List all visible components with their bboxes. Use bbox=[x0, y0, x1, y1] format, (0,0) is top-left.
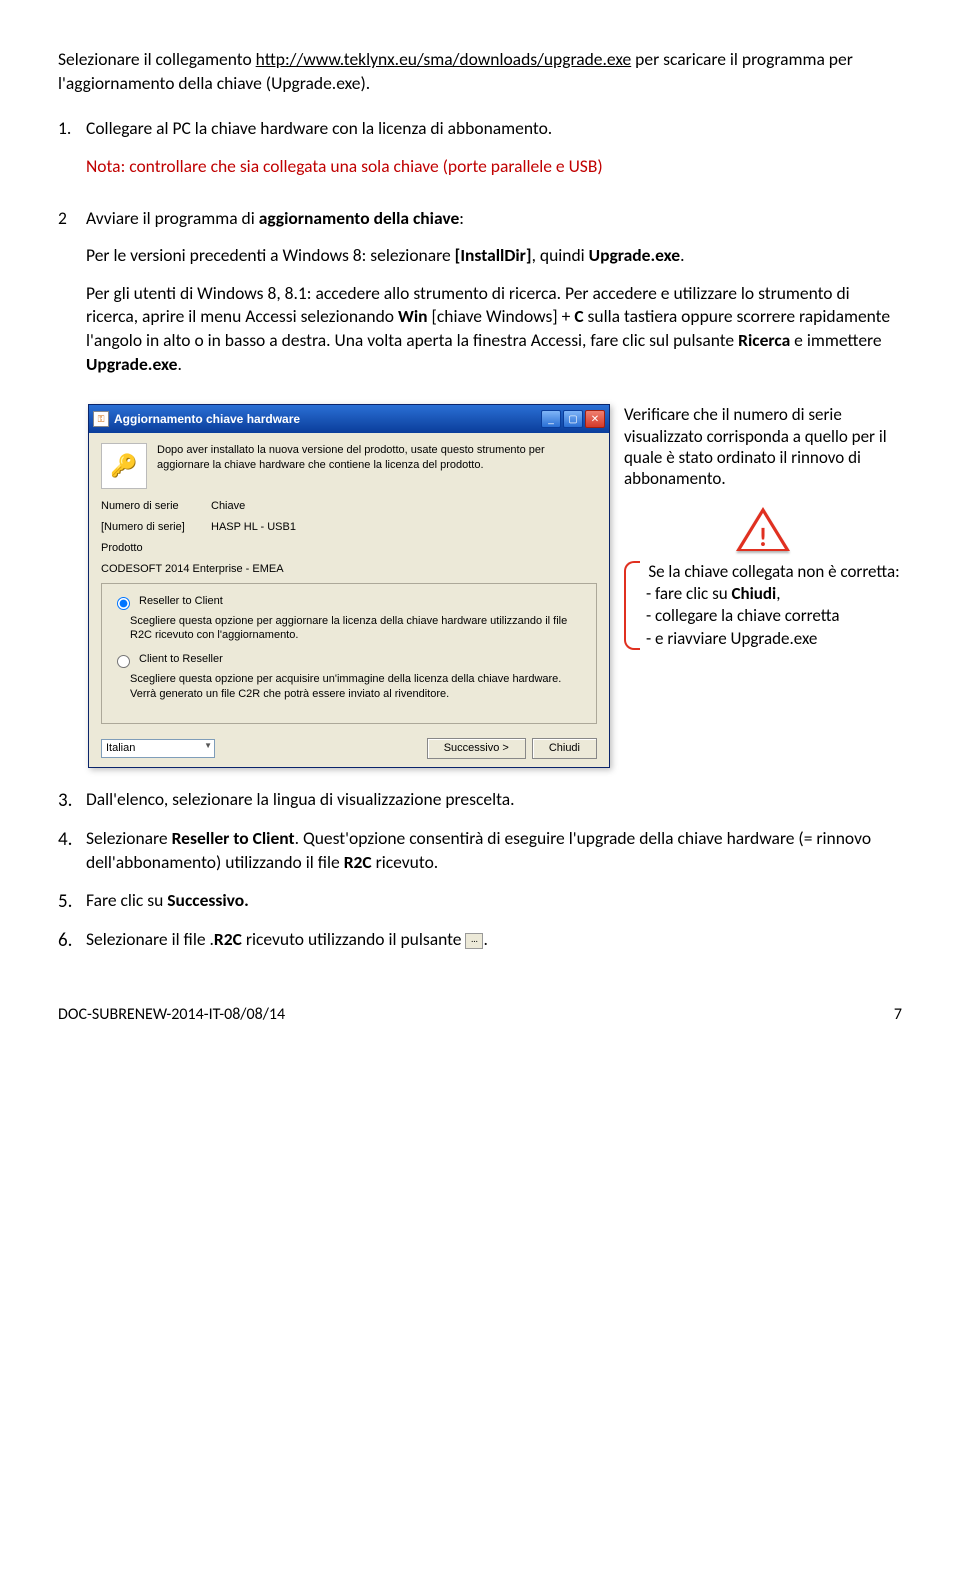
dialog-title: Aggiornamento chiave hardware bbox=[114, 411, 539, 427]
verify-text: Verificare che il numero di serie visual… bbox=[624, 404, 902, 489]
step-1-text: Collegare al PC la chiave hardware con l… bbox=[86, 117, 902, 141]
serial-row: Numero di serie Chiave bbox=[101, 499, 597, 514]
serial-value-row: [Numero di serie] HASP HL - USB1 bbox=[101, 520, 597, 535]
note-label: Nota bbox=[86, 155, 121, 177]
radio-r2c-title: Reseller to Client bbox=[139, 594, 223, 609]
radio-c2r-input[interactable] bbox=[117, 655, 130, 668]
hardware-key-icon: 🔑 bbox=[101, 443, 147, 489]
warn-action-2: - collegare la chiave corretta bbox=[646, 605, 902, 627]
minimize-button[interactable]: _ bbox=[541, 410, 561, 428]
dialog-description: Dopo aver installato la nuova versione d… bbox=[157, 443, 597, 489]
note-text: : controllare che sia collegata una sola… bbox=[121, 155, 603, 177]
red-brace bbox=[624, 561, 640, 649]
warning-block: Se la chiave collegata non è corretta: -… bbox=[624, 561, 902, 649]
radio-reseller-to-client[interactable]: Reseller to Client bbox=[112, 594, 586, 610]
serial-label: Numero di serie bbox=[101, 499, 211, 514]
dialog-and-side: ⚿ Aggiornamento chiave hardware _ ▢ ✕ 🔑 … bbox=[88, 404, 902, 767]
step-1-number: 1. bbox=[58, 117, 86, 192]
next-button[interactable]: Successivo > bbox=[427, 738, 526, 759]
step-4: 4. Selezionare Reseller to Client. Quest… bbox=[58, 827, 902, 874]
step-5: 5. Fare clic su Successivo. bbox=[58, 889, 902, 915]
warning-icon: ! bbox=[736, 507, 790, 555]
step-2: 2 Avviare il programma di aggiornamento … bbox=[58, 207, 902, 391]
step-1-note: Nota: controllare che sia collegata una … bbox=[86, 155, 902, 179]
maximize-button[interactable]: ▢ bbox=[563, 410, 583, 428]
warn-action-3: - e riavviare Upgrade.exe bbox=[646, 628, 902, 650]
footer-left: DOC-SUBRENEW-2014-IT-08/08/14 bbox=[58, 1004, 285, 1026]
dialog-body: 🔑 Dopo aver installato la nuova versione… bbox=[89, 433, 609, 766]
browse-button-icon[interactable]: … bbox=[465, 933, 483, 949]
step-2-p2: Per gli utenti di Windows 8, 8.1: accede… bbox=[86, 282, 902, 377]
radio-c2r-title: Client to Reseller bbox=[139, 652, 223, 667]
step-4-number: 4. bbox=[58, 827, 86, 874]
options-groupbox: Reseller to Client Scegliere questa opzi… bbox=[101, 583, 597, 724]
radio-client-to-reseller[interactable]: Client to Reseller bbox=[112, 652, 586, 668]
step-1: 1. Collegare al PC la chiave hardware co… bbox=[58, 117, 902, 192]
footer-page-number: 7 bbox=[894, 1004, 902, 1026]
side-column: Verificare che il numero di serie visual… bbox=[624, 404, 902, 649]
serial-value: [Numero di serie] bbox=[101, 520, 211, 535]
step-3-text: Dall'elenco, selezionare la lingua di vi… bbox=[86, 788, 902, 814]
step-2-lead: Avviare il programma di aggiornamento de… bbox=[86, 207, 902, 231]
product-value: CODESOFT 2014 Enterprise - EMEA bbox=[101, 562, 597, 577]
step-3-number: 3. bbox=[58, 788, 86, 814]
step-6-text: Selezionare il file .R2C ricevuto utiliz… bbox=[86, 928, 902, 954]
step-6: 6. Selezionare il file .R2C ricevuto uti… bbox=[58, 928, 902, 954]
step-5-number: 5. bbox=[58, 889, 86, 915]
download-link[interactable]: http://www.teklynx.eu/sma/downloads/upgr… bbox=[256, 48, 632, 70]
close-button[interactable]: ✕ bbox=[585, 410, 605, 428]
product-label-row: Prodotto bbox=[101, 541, 597, 556]
radio-r2c-input[interactable] bbox=[117, 597, 130, 610]
dialog-bottom-bar: Italian Successivo > Chiudi bbox=[101, 734, 597, 759]
language-combo[interactable]: Italian bbox=[101, 739, 215, 758]
dialog-titlebar[interactable]: ⚿ Aggiornamento chiave hardware _ ▢ ✕ bbox=[89, 405, 609, 433]
page-footer: DOC-SUBRENEW-2014-IT-08/08/14 7 bbox=[58, 1004, 902, 1026]
warn-action-1: - fare clic su Chiudi, bbox=[646, 583, 902, 605]
product-label: Prodotto bbox=[101, 541, 211, 556]
app-icon: ⚿ bbox=[93, 411, 109, 427]
intro-paragraph: Selezionare il collegamento http://www.t… bbox=[58, 48, 902, 95]
radio-r2c-desc: Scegliere questa opzione per aggiornare … bbox=[130, 614, 586, 643]
close-dialog-button[interactable]: Chiudi bbox=[532, 738, 597, 759]
step-5-text: Fare clic su Successivo. bbox=[86, 889, 902, 915]
key-value: HASP HL - USB1 bbox=[211, 520, 597, 535]
step-2-number: 2 bbox=[58, 207, 86, 391]
step-3: 3. Dall'elenco, selezionare la lingua di… bbox=[58, 788, 902, 814]
product-value-row: CODESOFT 2014 Enterprise - EMEA bbox=[101, 562, 597, 577]
radio-c2r-desc: Scegliere questa opzione per acquisire u… bbox=[130, 672, 586, 701]
step-4-text: Selezionare Reseller to Client. Quest'op… bbox=[86, 827, 902, 874]
warn-heading: Se la chiave collegata non è corretta: bbox=[646, 561, 902, 583]
key-label: Chiave bbox=[211, 499, 271, 514]
upgrade-dialog: ⚿ Aggiornamento chiave hardware _ ▢ ✕ 🔑 … bbox=[88, 404, 610, 767]
step-6-number: 6. bbox=[58, 928, 86, 954]
step-2-p1: Per le versioni precedenti a Windows 8: … bbox=[86, 244, 902, 268]
intro-pre: Selezionare il collegamento bbox=[58, 48, 256, 70]
